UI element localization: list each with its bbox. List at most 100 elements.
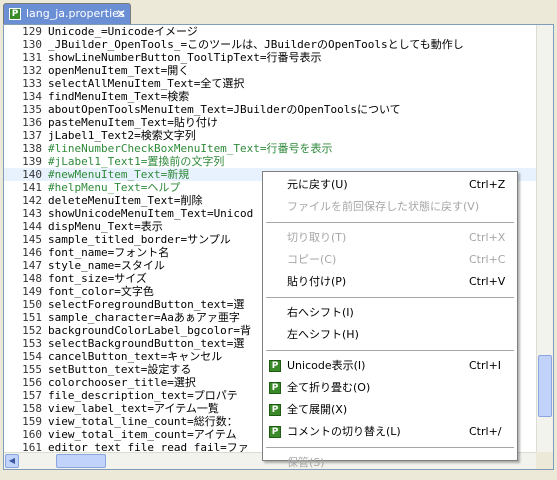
line-text: openMenuItem_Text=開く (48, 64, 190, 77)
code-line[interactable]: 145 sample_titled_border=サンプル (4, 233, 231, 246)
line-number: 153 (22, 337, 42, 350)
line-number: 131 (22, 51, 42, 64)
scrollbar-corner (536, 452, 553, 469)
code-line[interactable]: 143 showUnicodeMenuItem_Text=Unicod (4, 207, 253, 220)
code-line[interactable]: 138 #lineNumberCheckBoxMenuItem_Text=行番号を… (4, 142, 333, 155)
line-text: #jLabel1_Text1=置換前の文字列 (48, 155, 225, 168)
scroll-left-arrow-icon[interactable]: ◀ (5, 454, 19, 468)
code-line[interactable]: 150 selectForegroundButton_text=選 (4, 298, 244, 311)
menu-item[interactable]: P Unicode表示(I) Ctrl+I (264, 355, 516, 377)
menu-item-shortcut: Ctrl+I (469, 359, 502, 372)
menu-item-shortcut: Ctrl+/ (469, 425, 502, 438)
line-number: 149 (22, 285, 42, 298)
line-text: _JBuilder_OpenTools_=このツールは、JBuilderのOpe… (48, 38, 464, 51)
close-tab-icon[interactable]: ✕ (116, 4, 126, 24)
line-number: 137 (22, 129, 42, 142)
code-line[interactable]: 139 #jLabel1_Text1=置換前の文字列 (4, 155, 224, 168)
menu-item-shortcut: Ctrl+Z (469, 178, 506, 191)
menu-item-label: 貼り付け(P) (287, 275, 347, 288)
line-text: #lineNumberCheckBoxMenuItem_Text=行番号を表示 (48, 142, 333, 155)
code-line[interactable]: 153 selectBackgroundButton_text=選 (4, 337, 244, 350)
menu-item[interactable]: P コメントの切り替え(L) Ctrl+/ (264, 421, 516, 443)
line-text: backgroundColorLabel_bgcolor=背 (48, 324, 252, 337)
code-line[interactable]: 158 view_label_text=アイテム一覧 (4, 402, 219, 415)
line-number: 140 (22, 168, 42, 181)
vertical-scroll-thumb[interactable] (538, 355, 552, 417)
code-line[interactable]: 148 font_size=サイズ (4, 272, 147, 285)
plugin-icon: P (269, 426, 281, 438)
menu-item[interactable]: 右へシフト(I) (264, 302, 516, 324)
menu-item[interactable]: 左へシフト(H) (264, 324, 516, 346)
line-text: sample_character=Aaあぁアァ亜字 (48, 311, 240, 324)
code-line[interactable]: 131 showLineNumberButton_ToolTipText=行番号表… (4, 51, 321, 64)
line-text: findMenuItem_Text=検索 (48, 90, 190, 103)
code-line[interactable]: 132 openMenuItem_Text=開く (4, 64, 189, 77)
code-line[interactable]: 136 pasteMenuItem_Text=貼り付け (4, 116, 218, 129)
line-number: 160 (22, 428, 42, 441)
code-line[interactable]: 137 jLabel1_Text2=検索文字列 (4, 129, 196, 142)
line-number: 145 (22, 233, 42, 246)
menu-item: ファイルを前回保存した状態に戻す(V) (264, 196, 516, 218)
line-number: 158 (22, 402, 42, 415)
line-number: 147 (22, 259, 42, 272)
line-number: 154 (22, 350, 42, 363)
line-text: colorchooser_title=選択 (48, 376, 196, 389)
code-line[interactable]: 152 backgroundColorLabel_bgcolor=背 (4, 324, 251, 337)
code-line[interactable]: 149 font_color=文字色 (4, 285, 154, 298)
menu-item-label: 全て折り畳む(O) (287, 381, 371, 394)
code-line[interactable]: 154 cancelButton_text=キャンセル (4, 350, 222, 363)
menu-item-label: 全て展開(X) (287, 403, 348, 416)
code-line[interactable]: 159 view_total_line_count=総行数： (4, 415, 238, 428)
line-number: 146 (22, 246, 42, 259)
line-text: view_label_text=アイテム一覧 (48, 402, 219, 415)
line-text: font_size=サイズ (48, 272, 147, 285)
menu-item-label: 左へシフト(H) (287, 328, 359, 341)
code-line[interactable]: 142 deleteMenuItem_Text=削除 (4, 194, 202, 207)
code-line[interactable]: 160 view_total_item_count=アイテム (4, 428, 237, 441)
code-line[interactable]: 155 setButton_text=設定する (4, 363, 191, 376)
line-text: view_total_item_count=アイテム (48, 428, 237, 441)
line-number: 143 (22, 207, 42, 220)
code-line[interactable]: 146 font_name=フォント名 (4, 246, 169, 259)
line-text: deleteMenuItem_Text=削除 (48, 194, 203, 207)
code-line[interactable]: 134 findMenuItem_Text=検索 (4, 90, 189, 103)
code-line[interactable]: 129 Unicode_=Unicodeイメージ (4, 25, 198, 38)
line-text: selectAllMenuItem_Text=全て選択 (48, 77, 245, 90)
tab-lang-ja-properties[interactable]: P lang_ja.properties ✕ (3, 3, 131, 25)
code-line[interactable]: 133 selectAllMenuItem_Text=全て選択 (4, 77, 244, 90)
code-line[interactable]: 151 sample_character=Aaあぁアァ亜字 (4, 311, 240, 324)
line-number: 151 (22, 311, 42, 324)
line-number: 155 (22, 363, 42, 376)
line-number: 159 (22, 415, 42, 428)
line-text: selectForegroundButton_text=選 (48, 298, 245, 311)
code-line[interactable]: 147 style_name=スタイル (4, 259, 165, 272)
menu-separator (266, 297, 514, 298)
line-number: 134 (22, 90, 42, 103)
line-text: sample_titled_border=サンプル (48, 233, 231, 246)
menu-item-shortcut: Ctrl+C (469, 253, 506, 266)
tab-label: lang_ja.properties (26, 7, 125, 20)
code-line[interactable]: 157 file_description_text=プロパテ (4, 389, 238, 402)
line-text: file_description_text=プロパテ (48, 389, 238, 402)
menu-item-shortcut: Ctrl+X (469, 231, 506, 244)
code-line[interactable]: 141 #helpMenu_Text=ヘルプ (4, 181, 180, 194)
menu-separator (266, 350, 514, 351)
code-line[interactable]: 130 _JBuilder_OpenTools_=このツールは、JBuilderの… (4, 38, 464, 51)
code-line[interactable]: 135 aboutOpenToolsMenuItem_Text=JBuilderの… (4, 103, 401, 116)
line-text: font_color=文字色 (48, 285, 154, 298)
menu-item: コピー(C) Ctrl+C (264, 249, 516, 271)
menu-item[interactable]: 元に戻す(U) Ctrl+Z (264, 174, 516, 196)
menu-item-label: コピー(C) (287, 253, 337, 266)
menu-item: 切り取り(T) Ctrl+X (264, 227, 516, 249)
menu-item[interactable]: P 全て展開(X) (264, 399, 516, 421)
horizontal-scroll-thumb[interactable] (56, 454, 106, 468)
vertical-scrollbar[interactable] (536, 25, 553, 453)
code-line[interactable]: 144 dispMenu_Text=表示 (4, 220, 163, 233)
menu-item[interactable]: 貼り付け(P) Ctrl+V (264, 271, 516, 293)
line-number: 132 (22, 64, 42, 77)
line-number: 136 (22, 116, 42, 129)
line-number: 156 (22, 376, 42, 389)
menu-item[interactable]: P 全て折り畳む(O) (264, 377, 516, 399)
code-line[interactable]: 156 colorchooser_title=選択 (4, 376, 196, 389)
line-text: aboutOpenToolsMenuItem_Text=JBuilderのOpe… (48, 103, 401, 116)
